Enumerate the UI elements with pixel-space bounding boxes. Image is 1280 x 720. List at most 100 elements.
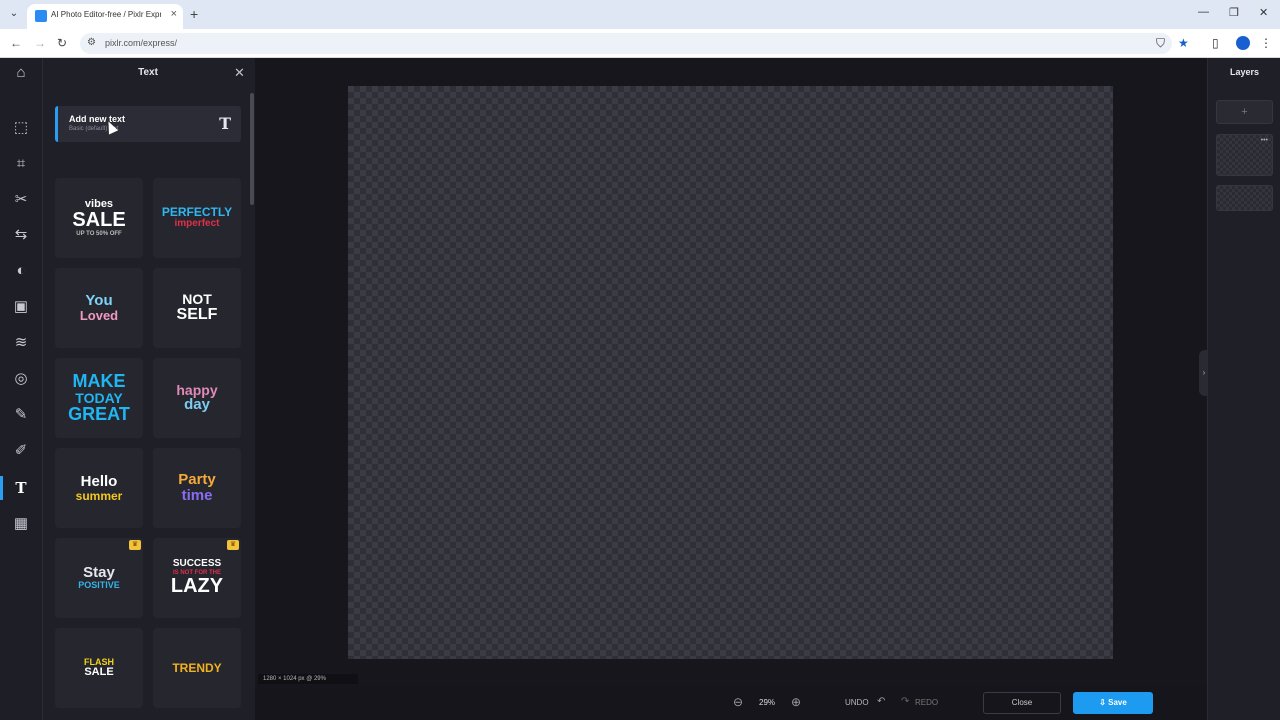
panel-close-icon[interactable]: ✕ xyxy=(234,65,245,81)
zoom-level: 29% xyxy=(759,698,776,707)
cutout-tool-icon[interactable]: ✂ xyxy=(0,188,42,212)
tab-title: AI Photo Editor-free / Pixlr Expr... xyxy=(51,10,161,19)
window-close-icon[interactable]: ✕ xyxy=(1259,6,1268,19)
forward-icon[interactable]: → xyxy=(34,36,46,50)
template-text: imperfect xyxy=(174,218,220,230)
text-template-tile[interactable]: Party time xyxy=(153,448,241,528)
template-text: You xyxy=(85,292,113,310)
undo-icon[interactable]: ↶ xyxy=(877,696,885,707)
browser-menu-icon[interactable]: ⋮ xyxy=(1260,36,1272,50)
template-text: TODAY xyxy=(75,389,123,406)
tool-rail: ⌂ ⬚ ⌗ ✂ ⇆ ◐ ▣ ≋ ◎ ✎ ✐ T ▦ xyxy=(0,58,42,720)
arrange-tool-icon[interactable]: ⬚ xyxy=(0,116,42,140)
site-info-icon[interactable]: ⚙ xyxy=(87,37,96,48)
template-text: GREAT xyxy=(68,404,130,425)
panel-scrollbar[interactable] xyxy=(250,93,254,205)
save-label: Save xyxy=(1108,698,1127,707)
text-template-tile[interactable]: NOT SELF xyxy=(153,268,241,348)
template-text: POSITIVE xyxy=(78,580,120,591)
text-template-tile[interactable]: vibes SALE UP TO 50% OFF xyxy=(55,178,143,258)
redo-icon[interactable]: ↷ xyxy=(901,696,909,707)
text-template-tile[interactable]: TRENDY xyxy=(153,628,241,708)
favicon-icon xyxy=(35,10,47,22)
url-text: pixlr.com/express/ xyxy=(105,38,178,48)
template-text: SUCCESS xyxy=(172,558,222,570)
text-template-tile[interactable]: happy day xyxy=(153,358,241,438)
template-text: Hello xyxy=(80,472,118,490)
zoom-out-icon[interactable]: ⊖ xyxy=(733,695,743,709)
save-icon: ⇩ xyxy=(1099,698,1109,707)
liquify-tool-icon[interactable]: ◎ xyxy=(0,367,42,391)
layers-title: Layers xyxy=(1229,67,1260,77)
text-tool-icon[interactable]: T xyxy=(0,476,42,500)
canvas-info: 1280 × 1024 px @ 29% xyxy=(258,674,358,684)
tab-search-icon[interactable]: ⌄ xyxy=(6,6,22,22)
premium-badge-icon: ♛ xyxy=(227,540,239,550)
adjust-tool-icon[interactable]: ⇆ xyxy=(0,223,42,247)
template-text: TRENDY xyxy=(172,660,222,675)
bookmark-star-icon[interactable]: ★ xyxy=(1178,36,1189,50)
template-text: SALE xyxy=(72,209,126,232)
template-text: Stay xyxy=(83,564,115,582)
back-icon[interactable]: ← xyxy=(10,36,22,50)
text-template-tile[interactable]: MAKE TODAY GREAT xyxy=(55,358,143,438)
transparent-canvas[interactable] xyxy=(348,86,1113,659)
extension-icon[interactable]: ⛉ xyxy=(1156,36,1165,51)
template-text: Party xyxy=(178,471,216,489)
bottom-toolbar: ⊖ 29% ⊕ UNDO ↶ ↷ REDO Close ⇩ Save xyxy=(255,686,1207,720)
undo-button[interactable]: UNDO xyxy=(845,698,869,707)
draw-tool-icon[interactable]: ✎ xyxy=(0,403,42,427)
save-button[interactable]: ⇩ Save xyxy=(1073,692,1153,714)
template-text: NOT xyxy=(182,291,212,308)
profile-avatar[interactable] xyxy=(1236,36,1250,50)
template-text: happy xyxy=(176,381,218,398)
address-bar: ← → ↻ ⚙ pixlr.com/express/ ⛉ ★ ▯ ⋮ xyxy=(0,29,1280,58)
tab-close-icon[interactable]: × xyxy=(171,8,177,20)
text-template-tile[interactable]: FLASH SALE xyxy=(55,628,143,708)
template-text: LAZY xyxy=(170,574,224,597)
text-template-tile[interactable]: Stay POSITIVE ♛ xyxy=(55,538,143,618)
layer-thumbnail[interactable]: ••• xyxy=(1216,134,1273,176)
add-text-title: Add new text xyxy=(69,114,126,124)
panel-title: Text xyxy=(138,67,158,78)
text-panel: Text ✕ Add new text Basic (default) text… xyxy=(42,58,255,720)
premium-badge-icon: ♛ xyxy=(129,540,141,550)
effect-tool-icon[interactable]: ▣ xyxy=(0,295,42,319)
editor-app: ⌂ ⬚ ⌗ ✂ ⇆ ◐ ▣ ≋ ◎ ✎ ✐ T ▦ Text ✕ Add new… xyxy=(0,58,1280,720)
reload-icon[interactable]: ↻ xyxy=(57,36,67,50)
template-text: summer xyxy=(75,488,123,503)
browser-tab[interactable]: AI Photo Editor-free / Pixlr Expr... × xyxy=(27,4,183,29)
crop-tool-icon[interactable]: ⌗ xyxy=(0,152,42,176)
text-icon: T xyxy=(219,114,231,133)
url-field[interactable]: ⚙ pixlr.com/express/ xyxy=(80,33,1172,54)
template-text: UP TO 50% OFF xyxy=(76,231,122,238)
layer-options-icon[interactable]: ••• xyxy=(1261,137,1268,144)
retouch-tool-icon[interactable]: ≋ xyxy=(0,331,42,355)
sidepanel-icon[interactable]: ▯ xyxy=(1212,36,1219,50)
restore-icon[interactable]: ❐ xyxy=(1229,6,1239,19)
pattern-tool-icon[interactable]: ▦ xyxy=(0,512,42,536)
workspace: 1280 × 1024 px @ 29% › xyxy=(255,58,1209,686)
minimize-icon[interactable]: — xyxy=(1198,6,1209,18)
template-text: Loved xyxy=(79,308,119,324)
zoom-in-icon[interactable]: ⊕ xyxy=(791,695,801,709)
layers-panel: Layers + ••• xyxy=(1207,58,1280,720)
home-icon[interactable]: ⌂ xyxy=(0,61,42,85)
text-template-tile[interactable]: PERFECTLY imperfect xyxy=(153,178,241,258)
add-layer-button[interactable]: + xyxy=(1216,100,1273,124)
template-text: time xyxy=(181,487,213,504)
new-tab-icon[interactable]: + xyxy=(190,6,198,22)
text-template-tile[interactable]: SUCCESS IS NOT FOR THE LAZY ♛ xyxy=(153,538,241,618)
text-template-tile[interactable]: You Loved xyxy=(55,268,143,348)
add-new-text-button[interactable]: Add new text Basic (default) text T xyxy=(55,106,241,142)
template-text: SALE xyxy=(84,665,114,678)
template-text: SELF xyxy=(176,305,218,323)
close-button[interactable]: Close xyxy=(983,692,1061,714)
background-layer-thumbnail[interactable] xyxy=(1216,185,1273,211)
text-template-tile[interactable]: Hello summer xyxy=(55,448,143,528)
template-text: MAKE xyxy=(72,370,126,391)
brush-tool-icon[interactable]: ✐ xyxy=(0,439,42,463)
redo-button[interactable]: REDO xyxy=(915,698,938,707)
template-text: day xyxy=(184,396,210,414)
filter-tool-icon[interactable]: ◐ xyxy=(0,259,42,283)
